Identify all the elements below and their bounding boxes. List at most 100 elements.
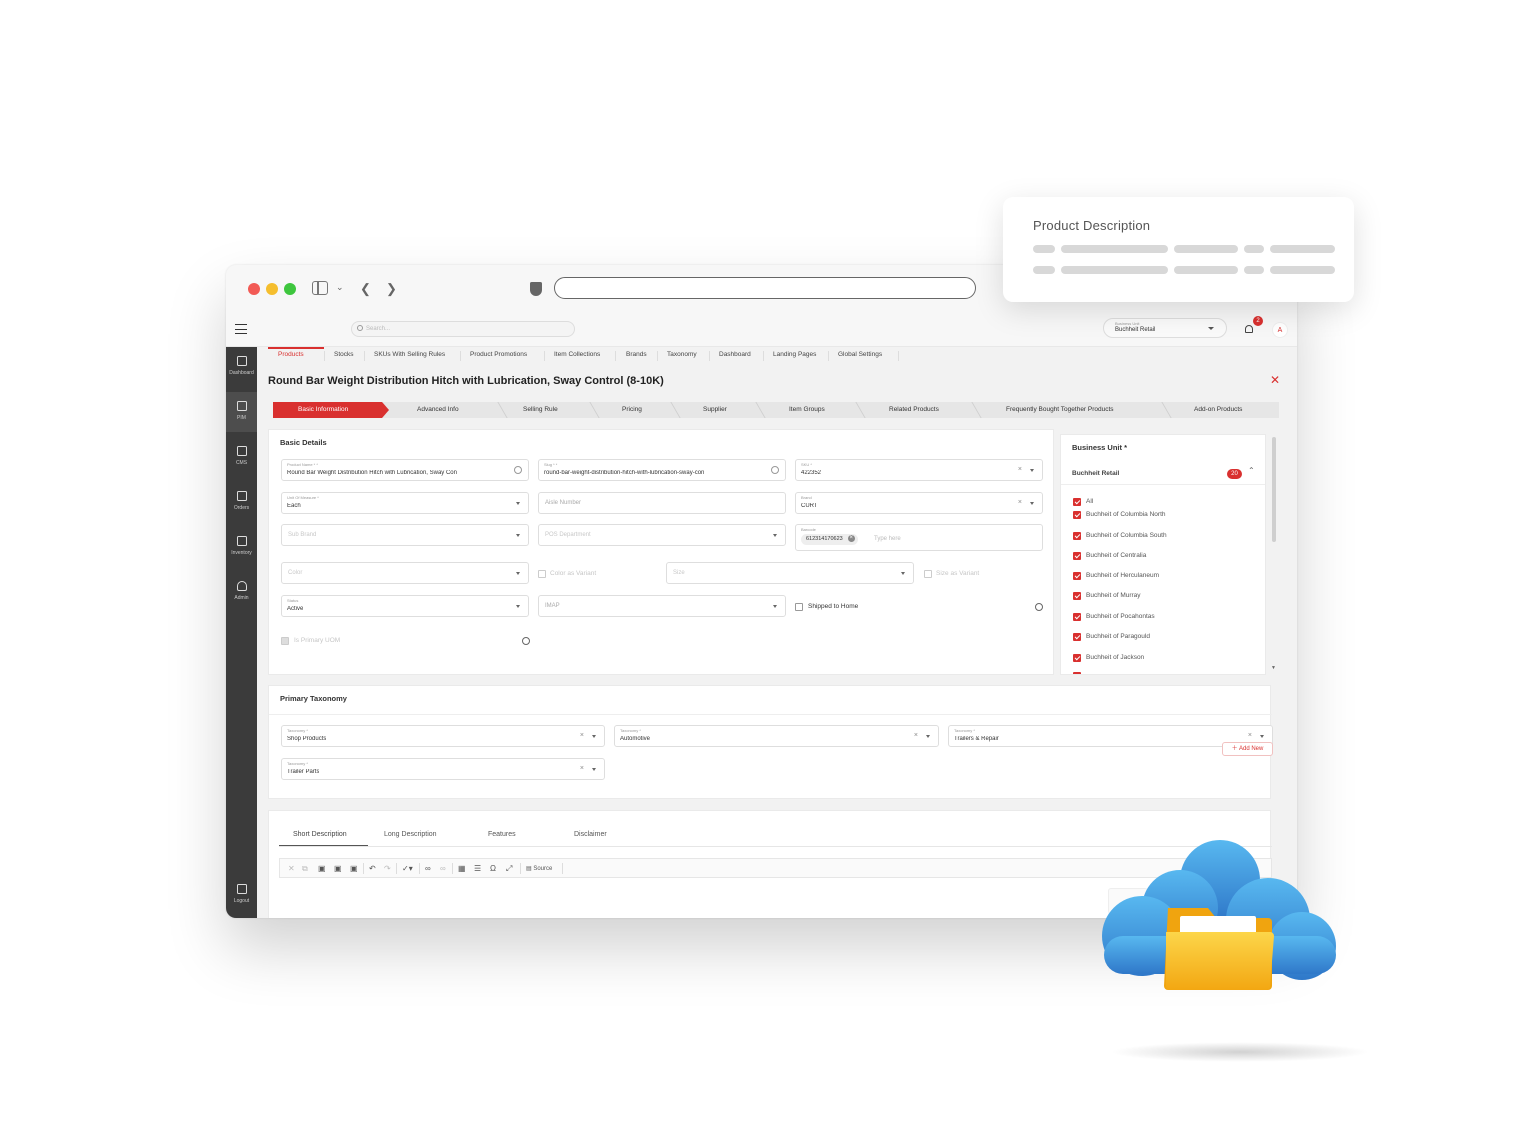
barcode-chip[interactable]: 612314170623 xyxy=(801,534,858,545)
uom-field[interactable]: Unit Of Measure * Each xyxy=(281,492,529,514)
taxonomy-field[interactable]: Taxonomy * Trailer Parts × xyxy=(281,758,605,780)
size-field[interactable]: Size xyxy=(666,562,914,584)
menu-icon[interactable] xyxy=(235,324,247,334)
slug-field[interactable]: Slug * * round-bar-weight-distribution-h… xyxy=(538,459,786,481)
checkbox[interactable] xyxy=(1073,592,1081,600)
tab-products[interactable]: Products xyxy=(278,351,304,358)
clear-icon[interactable]: × xyxy=(1248,732,1252,739)
copy-icon[interactable]: ⧉ xyxy=(302,864,308,874)
step-advanced-info[interactable]: Advanced Info xyxy=(417,402,459,418)
avatar[interactable]: A xyxy=(1272,322,1288,338)
tab-product-promotions[interactable]: Product Promotions xyxy=(470,351,527,358)
close-icon[interactable]: ✕ xyxy=(1270,373,1280,387)
spellcheck-icon[interactable]: ✓▾ xyxy=(402,864,413,873)
nav-item-orders[interactable]: Orders xyxy=(226,482,257,522)
tab-dashboard[interactable]: Dashboard xyxy=(719,351,751,358)
checkbox[interactable] xyxy=(1073,498,1081,506)
tab-stocks[interactable]: Stocks xyxy=(334,351,354,358)
sub-brand-field[interactable]: Sub Brand xyxy=(281,524,529,546)
maximize-window-button[interactable] xyxy=(284,283,296,295)
source-button[interactable]: ▤ Source xyxy=(526,865,552,872)
cut-icon[interactable]: ✕ xyxy=(288,864,295,873)
tab-brands[interactable]: Brands xyxy=(626,351,647,358)
brand-field[interactable]: Brand CURT × xyxy=(795,492,1043,514)
close-window-button[interactable] xyxy=(248,283,260,295)
nav-item-cms[interactable]: CMS xyxy=(226,437,257,477)
tab-skus-selling-rules[interactable]: SKUs With Selling Rules xyxy=(374,351,445,358)
checkbox[interactable] xyxy=(1073,654,1081,662)
bell-icon[interactable] xyxy=(1245,325,1253,333)
checkbox[interactable] xyxy=(1073,613,1081,621)
chevron-down-icon[interactable]: ⌄ xyxy=(336,282,344,293)
table-icon[interactable]: ▦ xyxy=(458,864,466,873)
barcode-field[interactable]: Barcode 612314170623 Type here xyxy=(795,524,1043,551)
paste-icon[interactable]: ▣ xyxy=(318,864,326,873)
redo-icon[interactable]: ↷ xyxy=(384,864,391,873)
step-supplier[interactable]: Supplier xyxy=(703,402,727,418)
chevron-up-icon[interactable]: ⌃ xyxy=(1248,466,1255,475)
step-basic-information[interactable]: Basic Information xyxy=(273,402,389,418)
special-char-icon[interactable]: Ω xyxy=(490,864,496,873)
scroll-down-icon[interactable]: ▼ xyxy=(1271,665,1276,671)
undo-icon[interactable]: ↶ xyxy=(369,864,376,873)
tab-long-description[interactable]: Long Description xyxy=(384,831,437,838)
sku-field[interactable]: SKU * 422352 × xyxy=(795,459,1043,481)
status-field[interactable]: Status Active xyxy=(281,595,529,617)
clear-icon[interactable]: × xyxy=(580,732,584,739)
step-add-on-products[interactable]: Add-on Products xyxy=(1194,402,1242,418)
checkbox[interactable] xyxy=(1073,552,1081,560)
size-as-variant-checkbox[interactable] xyxy=(924,570,932,578)
scrollbar[interactable] xyxy=(1272,437,1276,542)
nav-item-admin[interactable]: Admin xyxy=(226,572,257,612)
step-selling-rule[interactable]: Selling Rule xyxy=(523,402,558,418)
nav-item-dashboard[interactable]: Dashboard xyxy=(226,347,257,387)
step-item-groups[interactable]: Item Groups xyxy=(789,402,825,418)
nav-item-pim[interactable]: PIM xyxy=(226,392,257,432)
back-icon[interactable]: ❮ xyxy=(360,281,371,297)
imap-field[interactable]: IMAP xyxy=(538,595,786,617)
tab-landing-pages[interactable]: Landing Pages xyxy=(773,351,816,358)
forward-icon[interactable]: ❯ xyxy=(386,281,397,297)
minimize-window-button[interactable] xyxy=(266,283,278,295)
sidebar-toggle-icon[interactable] xyxy=(312,281,328,295)
maximize-icon[interactable]: ⤢ xyxy=(506,864,512,874)
tab-taxonomy[interactable]: Taxonomy xyxy=(667,351,697,358)
business-unit-select[interactable]: Business Unit Buchheit Retail xyxy=(1103,318,1227,338)
step-related-products[interactable]: Related Products xyxy=(889,402,939,418)
tab-short-description[interactable]: Short Description xyxy=(293,831,347,838)
color-as-variant-checkbox[interactable] xyxy=(538,570,546,578)
taxonomy-field[interactable]: Taxonomy * Shop Products × xyxy=(281,725,605,747)
step-frequently-bought-together[interactable]: Frequently Bought Together Products xyxy=(1006,402,1114,418)
checkbox[interactable] xyxy=(1073,532,1081,540)
clear-icon[interactable]: × xyxy=(1018,499,1022,506)
tab-global-settings[interactable]: Global Settings xyxy=(838,351,882,358)
address-bar[interactable] xyxy=(554,277,976,299)
checkbox[interactable] xyxy=(1073,572,1081,580)
paste-word-icon[interactable]: ▣ xyxy=(350,864,358,873)
add-new-button[interactable]: ＋ Add New xyxy=(1222,742,1273,756)
nav-item-logout[interactable]: Logout xyxy=(226,875,257,915)
is-primary-uom-checkbox[interactable] xyxy=(281,637,289,645)
shipped-to-home-checkbox[interactable] xyxy=(795,603,803,611)
taxonomy-field[interactable]: Taxonomy * Automotive × xyxy=(614,725,939,747)
clear-icon[interactable]: × xyxy=(580,765,584,772)
tab-features[interactable]: Features xyxy=(488,831,516,838)
link-icon[interactable]: ∞ xyxy=(425,864,431,873)
nav-item-inventory[interactable]: Inventory xyxy=(226,527,257,567)
unlink-icon[interactable]: ∞ xyxy=(440,864,446,873)
clear-icon[interactable]: × xyxy=(1018,466,1022,473)
search-input[interactable]: Search... xyxy=(351,321,575,337)
pos-department-field[interactable]: POS Department xyxy=(538,524,786,546)
checkbox[interactable] xyxy=(1073,511,1081,519)
paste-text-icon[interactable]: ▣ xyxy=(334,864,342,873)
product-name-field[interactable]: Product Name * * Round Bar Weight Distri… xyxy=(281,459,529,481)
tab-item-collections[interactable]: Item Collections xyxy=(554,351,600,358)
aisle-number-field[interactable]: Aisle Number xyxy=(538,492,786,514)
checkbox[interactable] xyxy=(1073,672,1081,674)
tab-disclaimer[interactable]: Disclaimer xyxy=(574,831,607,838)
checkbox[interactable] xyxy=(1073,633,1081,641)
step-pricing[interactable]: Pricing xyxy=(622,402,642,418)
business-unit-selected[interactable]: Buchheit Retail xyxy=(1072,470,1119,477)
info-icon[interactable] xyxy=(522,637,530,645)
horizontal-line-icon[interactable]: ☰ xyxy=(474,864,481,873)
